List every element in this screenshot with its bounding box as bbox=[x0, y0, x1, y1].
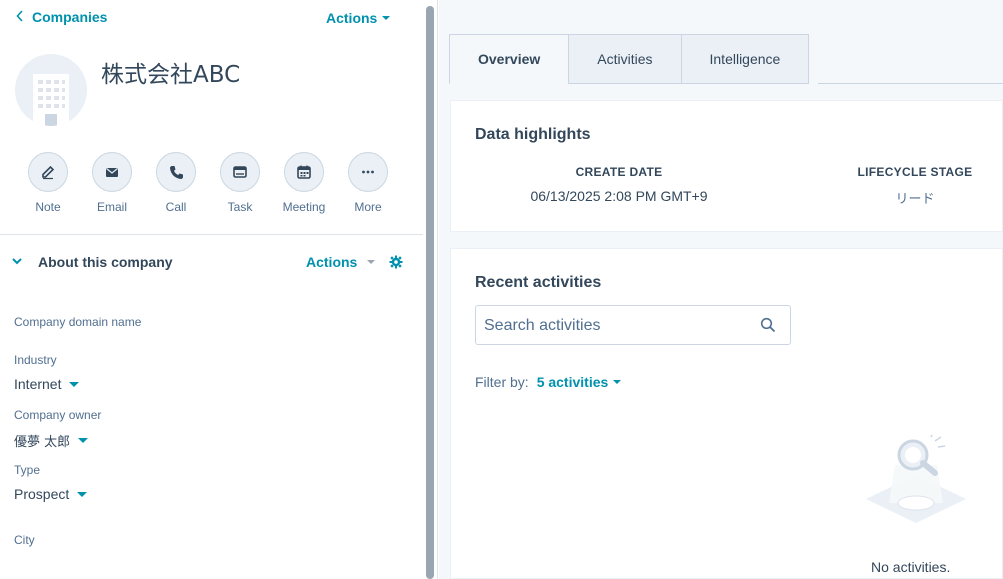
tab-overview-label: Overview bbox=[478, 51, 541, 67]
company-owner-select[interactable]: 優夢 太郎 bbox=[14, 431, 89, 450]
magnifier-illustration-icon bbox=[866, 432, 966, 523]
city-label: City bbox=[14, 533, 35, 547]
industry-value: Internet bbox=[14, 376, 62, 392]
back-link-label: Companies bbox=[32, 9, 108, 25]
meeting-action-label: Meeting bbox=[282, 200, 326, 214]
note-action-label: Note bbox=[35, 200, 61, 214]
meeting-action-button[interactable]: Meeting bbox=[276, 152, 332, 214]
more-action-label: More bbox=[354, 200, 382, 214]
lifecycle-stage-label: LIFECYCLE STAGE bbox=[857, 165, 973, 179]
caret-down-icon bbox=[382, 16, 391, 20]
no-activities-message: No activities. bbox=[871, 559, 951, 575]
empty-state-illustration bbox=[863, 432, 969, 536]
sidebar-scrollbar[interactable] bbox=[426, 6, 434, 579]
header-actions-label: Actions bbox=[326, 10, 378, 26]
recent-activities-card: Recent activities Filter by: 5 activitie… bbox=[450, 248, 1003, 579]
caret-down-icon bbox=[77, 491, 88, 497]
company-avatar[interactable] bbox=[15, 54, 87, 126]
data-highlights-title: Data highlights bbox=[475, 126, 591, 143]
chevron-left-icon bbox=[16, 9, 24, 25]
more-icon bbox=[348, 152, 388, 192]
recent-activities-title: Recent activities bbox=[475, 274, 602, 291]
activity-filter: Filter by: 5 activities bbox=[475, 374, 622, 390]
industry-label: Industry bbox=[14, 353, 57, 367]
type-select[interactable]: Prospect bbox=[14, 486, 88, 502]
tabs-baseline bbox=[818, 83, 1003, 84]
calendar-icon bbox=[284, 152, 324, 192]
tab-activities-label: Activities bbox=[597, 51, 653, 67]
note-action-button[interactable]: Note bbox=[20, 152, 76, 214]
task-action-button[interactable]: Task bbox=[212, 152, 268, 214]
company-owner-label: Company owner bbox=[14, 408, 102, 422]
building-icon bbox=[33, 74, 69, 126]
email-action-button[interactable]: Email bbox=[84, 152, 140, 214]
caret-down-icon bbox=[69, 381, 80, 387]
more-action-button[interactable]: More bbox=[340, 152, 396, 214]
email-icon bbox=[92, 152, 132, 192]
chevron-down-icon[interactable] bbox=[11, 254, 23, 272]
caret-down-icon bbox=[78, 438, 89, 443]
record-tabs: Overview Activities Intelligence bbox=[449, 34, 810, 84]
about-actions-dropdown[interactable]: Actions bbox=[306, 254, 376, 270]
task-action-label: Task bbox=[227, 200, 253, 214]
create-date-label: CREATE DATE bbox=[575, 165, 663, 179]
lifecycle-stage-value: リード bbox=[895, 192, 935, 207]
sidebar-top-bar: Companies Actions bbox=[0, 0, 423, 36]
tab-intelligence-label: Intelligence bbox=[709, 51, 781, 67]
create-date-value: 06/13/2025 2:08 PM GMT+9 bbox=[530, 188, 708, 204]
caret-down-icon bbox=[367, 260, 376, 264]
tab-intelligence[interactable]: Intelligence bbox=[680, 34, 810, 84]
filter-label: Filter by: bbox=[475, 374, 529, 390]
about-section-header: About this company Actions bbox=[0, 250, 423, 274]
phone-icon bbox=[156, 152, 196, 192]
filter-value: 5 activities bbox=[536, 374, 609, 390]
caret-down-icon bbox=[613, 380, 622, 384]
panel-border bbox=[437, 0, 438, 579]
search-icon[interactable] bbox=[760, 317, 776, 338]
email-action-label: Email bbox=[96, 200, 127, 214]
call-action-button[interactable]: Call bbox=[148, 152, 204, 214]
data-highlights-card: Data highlights CREATE DATE 06/13/2025 2… bbox=[450, 100, 1003, 232]
section-divider bbox=[0, 234, 423, 235]
industry-select[interactable]: Internet bbox=[14, 376, 80, 392]
type-label: Type bbox=[14, 463, 41, 477]
about-actions-label: Actions bbox=[306, 254, 358, 270]
gear-icon[interactable] bbox=[389, 255, 403, 274]
type-value: Prospect bbox=[14, 486, 70, 502]
tab-activities[interactable]: Activities bbox=[568, 34, 682, 84]
edit-icon bbox=[28, 152, 68, 192]
activity-search-input[interactable] bbox=[484, 314, 744, 338]
about-section-title[interactable]: About this company bbox=[38, 254, 173, 270]
header-actions-dropdown[interactable]: Actions bbox=[326, 10, 391, 26]
tab-overview[interactable]: Overview bbox=[449, 34, 570, 84]
activity-filter-dropdown[interactable]: 5 activities bbox=[537, 374, 622, 390]
company-owner-value: 優夢 太郎 bbox=[14, 435, 71, 450]
activity-search-box bbox=[475, 305, 791, 345]
company-name[interactable]: 株式会社ABC bbox=[101, 55, 240, 89]
company-sidebar: Companies Actions 株式会社ABC Note Email Cal… bbox=[0, 0, 423, 579]
task-icon bbox=[220, 152, 260, 192]
call-action-label: Call bbox=[165, 200, 187, 214]
back-to-companies-link[interactable]: Companies bbox=[16, 9, 107, 25]
domain-name-label: Company domain name bbox=[14, 315, 142, 329]
